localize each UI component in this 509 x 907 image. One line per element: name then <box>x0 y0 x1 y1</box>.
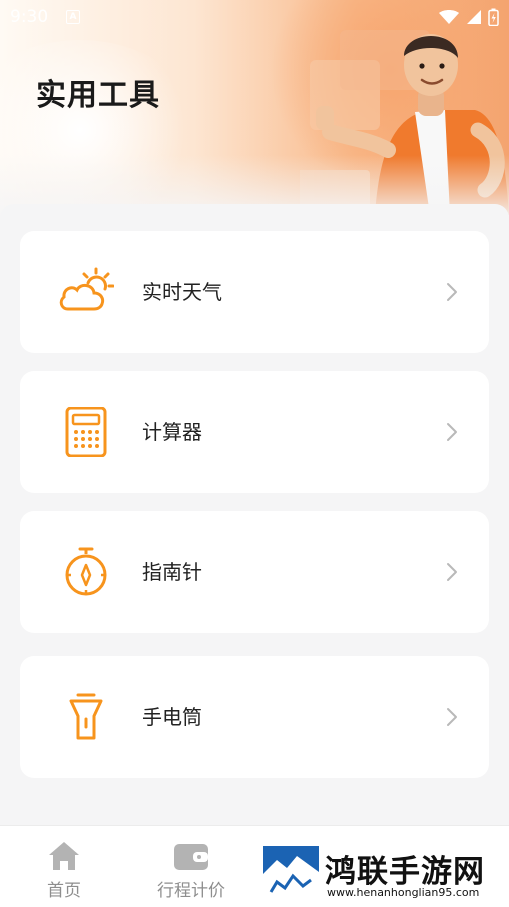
watermark: 鸿联手游网 www.henanhonglian95.com <box>263 846 509 906</box>
chevron-right-icon <box>447 708 457 726</box>
tool-label: 实时天气 <box>142 280 222 304</box>
tool-card-flashlight[interactable]: 手电筒 <box>20 656 489 778</box>
battery-icon <box>488 8 499 26</box>
tool-card-compass[interactable]: 指南针 <box>20 511 489 633</box>
watermark-url: www.henanhonglian95.com <box>327 886 480 899</box>
tool-label: 计算器 <box>142 420 202 444</box>
status-time: 9:30 <box>10 7 49 27</box>
flashlight-icon <box>69 693 103 740</box>
home-icon <box>49 842 79 870</box>
status-icons <box>438 8 499 26</box>
signal-icon <box>467 10 481 24</box>
watermark-title: 鸿联手游网 <box>325 854 485 890</box>
wifi-icon <box>439 10 459 24</box>
compass-icon <box>65 547 107 596</box>
status-bar: 9:30 A <box>0 0 509 34</box>
chevron-right-icon <box>447 283 457 301</box>
notification-icon: A <box>66 10 80 24</box>
chevron-right-icon <box>447 563 457 581</box>
tab-label: 行程计价 <box>157 881 225 901</box>
weather-icon <box>59 267 114 311</box>
tab-label: 首页 <box>47 881 81 901</box>
tab-trip-pricing[interactable]: 行程计价 <box>146 826 236 907</box>
watermark-logo <box>263 846 319 902</box>
tab-home[interactable]: 首页 <box>24 826 104 907</box>
tool-card-weather[interactable]: 实时天气 <box>20 231 489 353</box>
calculator-icon <box>65 407 107 457</box>
chevron-right-icon <box>447 423 457 441</box>
tool-label: 手电筒 <box>142 705 202 729</box>
tool-label: 指南针 <box>142 560 202 584</box>
tool-card-calculator[interactable]: 计算器 <box>20 371 489 493</box>
wallet-icon <box>174 844 208 870</box>
page-title: 实用工具 <box>36 78 160 113</box>
